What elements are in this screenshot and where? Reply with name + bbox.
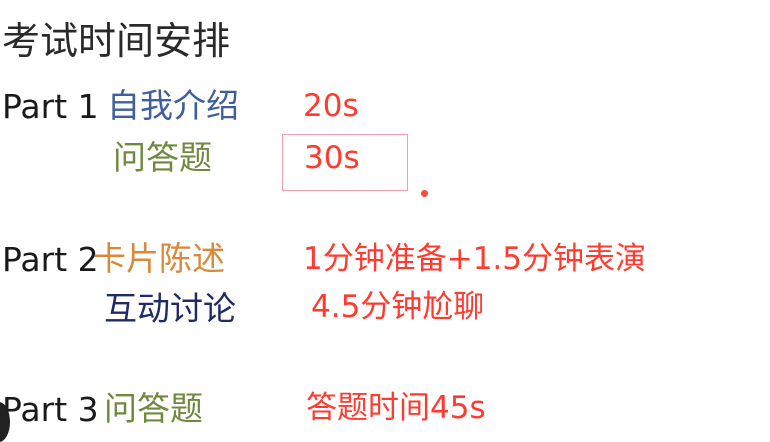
part-1-time-self-intro: 20s [303, 88, 359, 124]
part-2-time-interaction: 4.5分钟尬聊 [311, 289, 485, 325]
part-2-time-card-statement: 1分钟准备+1.5分钟表演 [303, 241, 646, 277]
part-1-topic-qa: 问答题 [113, 138, 212, 177]
part-2-topic-interaction: 互动讨论 [104, 289, 236, 328]
part-1-time-qa: 30s [304, 140, 360, 176]
part-3-time-qa: 答题时间45s [306, 390, 486, 426]
laser-pointer-dot [421, 190, 428, 197]
part-1-topic-self-intro: 自我介绍 [107, 86, 239, 125]
part-2-topic-card-statement: 卡片陈述 [93, 239, 225, 278]
part-3-label: Part 3 [2, 390, 99, 429]
page-title: 考试时间安排 [2, 19, 231, 63]
part-1-label: Part 1 [2, 87, 99, 126]
part-3-topic-qa: 问答题 [104, 389, 203, 428]
part-2-label: Part 2 [2, 240, 99, 279]
